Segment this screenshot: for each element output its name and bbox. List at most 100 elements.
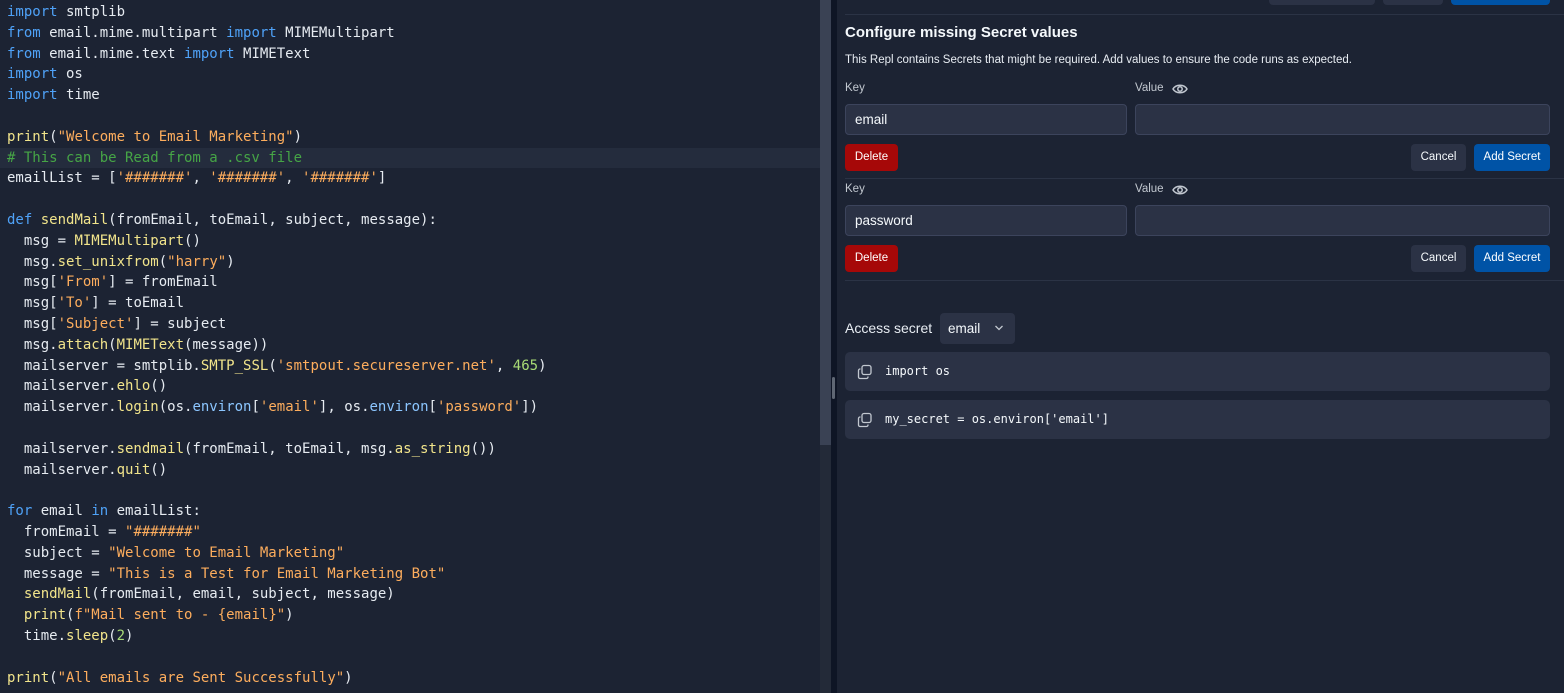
code-line[interactable]: print(f"Mail sent to - {email}") bbox=[7, 605, 820, 626]
code-token: os bbox=[57, 66, 83, 83]
snippet-code: my_secret = os.environ['email'] bbox=[885, 412, 1109, 426]
editor-scrollbar-thumb[interactable] bbox=[820, 0, 831, 445]
code-line[interactable] bbox=[7, 106, 820, 127]
code-token: (fromEmail, toEmail, subject, message): bbox=[108, 211, 437, 228]
divider-line bbox=[845, 280, 1564, 281]
code-token: '#######' bbox=[302, 170, 378, 187]
code-line[interactable]: message = "This is a Test for Email Mark… bbox=[7, 564, 820, 585]
access-secret-select[interactable]: email bbox=[940, 313, 1015, 344]
copy-icon[interactable] bbox=[857, 412, 873, 428]
code-line[interactable]: mailserver.sendmail(fromEmail, toEmail, … bbox=[7, 439, 820, 460]
code-token: (os. bbox=[158, 399, 193, 416]
code-token: as_string bbox=[394, 440, 471, 457]
code-token: ) bbox=[344, 669, 353, 686]
code-token: 'smtpout.secureserver.net' bbox=[276, 357, 496, 374]
toolbar-button[interactable] bbox=[1383, 0, 1443, 5]
code-token: import bbox=[7, 66, 58, 83]
code-token: 'email' bbox=[259, 399, 319, 416]
eye-icon[interactable] bbox=[1172, 83, 1188, 95]
code-line[interactable]: import os bbox=[7, 64, 820, 85]
code-line[interactable]: mailserver = smtplib.SMTP_SSL('smtpout.s… bbox=[7, 356, 820, 377]
code-token: mailserver. bbox=[7, 399, 117, 416]
eye-icon[interactable] bbox=[1172, 184, 1188, 196]
code-line[interactable]: time.sleep(2) bbox=[7, 626, 820, 647]
code-line[interactable]: mailserver.ehlo() bbox=[7, 376, 820, 397]
code-token: import bbox=[7, 4, 58, 20]
delete-button[interactable]: Delete bbox=[845, 144, 898, 171]
pane-resize-handle[interactable] bbox=[832, 377, 835, 399]
divider-line bbox=[845, 178, 1564, 179]
code-line[interactable]: mailserver.quit() bbox=[7, 460, 820, 481]
add-secret-button[interactable]: Add Secret bbox=[1474, 245, 1550, 272]
code-token: '#######' bbox=[116, 170, 193, 187]
delete-button[interactable]: Delete bbox=[845, 245, 898, 272]
code-line[interactable]: emailList = ['#######', '#######', '####… bbox=[7, 168, 820, 189]
code-token: print bbox=[7, 128, 50, 145]
code-line[interactable]: mailserver.login(os.environ['email'], os… bbox=[7, 397, 820, 418]
code-token: 'password' bbox=[436, 399, 522, 416]
code-line[interactable] bbox=[7, 480, 820, 501]
code-line[interactable]: msg.attach(MIMEText(message)) bbox=[7, 335, 820, 356]
panel-description: This Repl contains Secrets that might be… bbox=[845, 54, 1352, 66]
code-editor[interactable]: import smtplib from email.mime.multipart … bbox=[0, 0, 820, 693]
code-line[interactable]: from email.mime.multipart import MIMEMul… bbox=[7, 23, 820, 44]
toolbar-button[interactable] bbox=[1269, 0, 1375, 5]
code-line[interactable]: for email in emailList: bbox=[7, 501, 820, 522]
code-snippet[interactable]: my_secret = os.environ['email'] bbox=[845, 400, 1550, 439]
add-secret-button[interactable]: Add Secret bbox=[1474, 144, 1550, 171]
code-line[interactable]: print("All emails are Sent Successfully"… bbox=[7, 668, 820, 689]
code-line[interactable]: msg.set_unixfrom("harry") bbox=[7, 252, 820, 273]
secret-key-input[interactable]: email bbox=[845, 104, 1127, 135]
cancel-button[interactable]: Cancel bbox=[1411, 144, 1466, 171]
code-token: fromEmail = bbox=[7, 523, 126, 540]
code-line[interactable]: def sendMail(fromEmail, toEmail, subject… bbox=[7, 210, 820, 231]
code-line[interactable]: from email.mime.text import MIMEText bbox=[7, 44, 820, 65]
code-token: ] = toEmail bbox=[91, 295, 185, 312]
editor-scrollbar-track[interactable] bbox=[820, 445, 831, 693]
code-line[interactable]: import smtplib bbox=[7, 2, 820, 23]
code-line[interactable] bbox=[7, 418, 820, 439]
code-token: ] = subject bbox=[133, 315, 227, 332]
code-line[interactable] bbox=[7, 647, 820, 668]
code-lines[interactable]: import smtplib from email.mime.multipart … bbox=[0, 2, 820, 689]
code-line[interactable]: print("Welcome to Email Marketing") bbox=[7, 127, 820, 148]
code-token: ( bbox=[158, 253, 168, 270]
code-line[interactable]: subject = "Welcome to Email Marketing" bbox=[7, 543, 820, 564]
code-line[interactable]: sendMail(fromEmail, email, subject, mess… bbox=[7, 584, 820, 605]
code-token: subject = bbox=[7, 544, 109, 561]
code-token: ) bbox=[285, 607, 294, 624]
code-token: msg[ bbox=[7, 295, 58, 312]
code-token: def bbox=[7, 211, 33, 228]
code-token: emailList: bbox=[108, 503, 201, 520]
code-token: mailserver. bbox=[7, 378, 117, 395]
secret-value-input[interactable] bbox=[1135, 104, 1550, 135]
cancel-button[interactable]: Cancel bbox=[1411, 245, 1466, 272]
code-line[interactable] bbox=[7, 189, 820, 210]
code-token: () bbox=[150, 378, 168, 395]
code-line[interactable]: msg['To'] = toEmail bbox=[7, 293, 820, 314]
code-line[interactable]: msg = MIMEMultipart() bbox=[7, 231, 820, 252]
code-token: import bbox=[226, 24, 277, 41]
toolbar-primary-button[interactable] bbox=[1451, 0, 1550, 5]
code-snippet[interactable]: import os bbox=[845, 352, 1550, 391]
code-token: "#######" bbox=[125, 523, 201, 540]
code-line[interactable]: msg['From'] = fromEmail bbox=[7, 272, 820, 293]
code-token: sendmail bbox=[116, 440, 185, 457]
code-line[interactable]: fromEmail = "#######" bbox=[7, 522, 820, 543]
code-token: ( bbox=[49, 128, 58, 145]
code-line[interactable]: import time bbox=[7, 85, 820, 106]
code-token: in bbox=[91, 503, 109, 520]
secret-key-input[interactable]: password bbox=[845, 205, 1127, 236]
code-token: '#######' bbox=[209, 170, 286, 187]
code-token: 'Subject' bbox=[57, 315, 134, 332]
code-line[interactable]: # This can be Read from a .csv file bbox=[0, 147, 820, 169]
code-token: [ bbox=[251, 399, 260, 416]
copy-icon[interactable] bbox=[857, 364, 873, 380]
code-token: ]) bbox=[521, 399, 539, 416]
code-line[interactable]: msg['Subject'] = subject bbox=[7, 314, 820, 335]
code-token: ) bbox=[293, 128, 303, 145]
code-token: , bbox=[192, 170, 210, 187]
secret-value-input[interactable] bbox=[1135, 205, 1550, 236]
